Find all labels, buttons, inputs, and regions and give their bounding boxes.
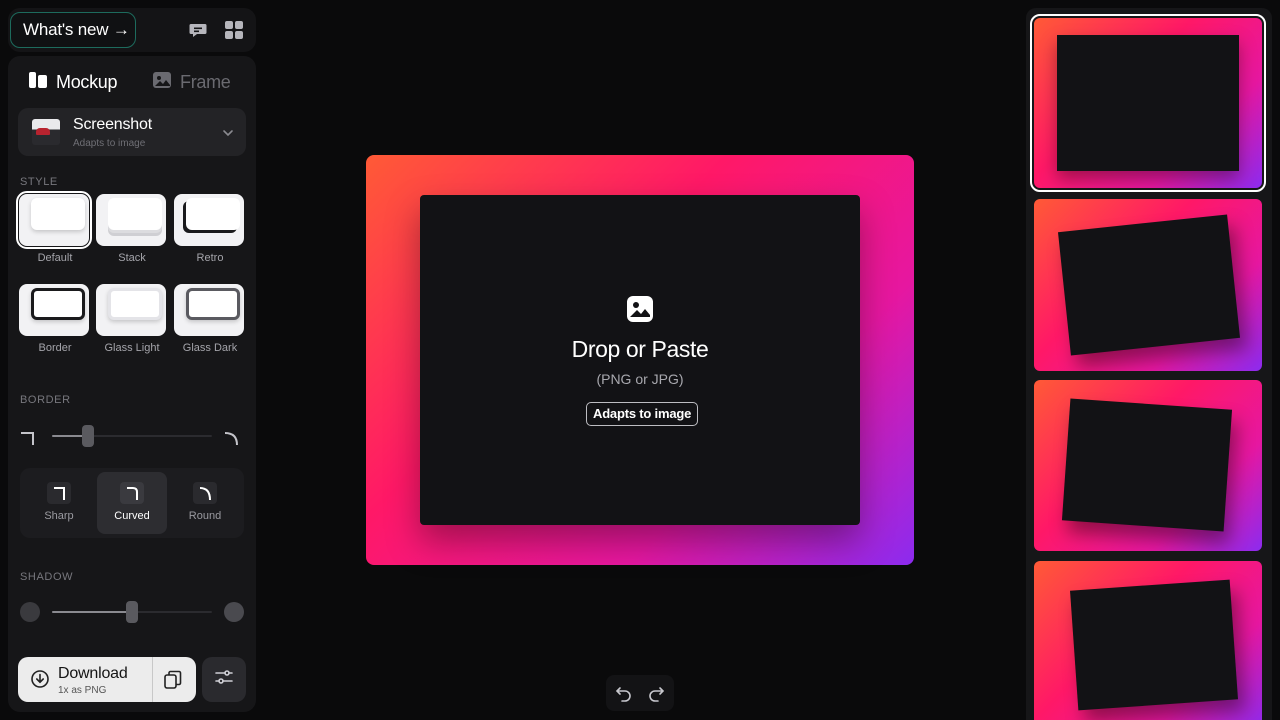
style-option-label: Default — [37, 252, 73, 264]
source-title: Screenshot — [73, 116, 152, 133]
tab-frame[interactable]: Frame — [152, 70, 231, 95]
border-section-label: BORDER — [20, 394, 71, 406]
mode-tabs: Mockup Frame — [8, 56, 256, 106]
preset-card — [1057, 35, 1239, 171]
history-controls — [606, 675, 674, 711]
preset-card — [1061, 398, 1233, 532]
drop-formats: (PNG or JPG) — [596, 371, 684, 387]
source-subtitle: Adapts to image — [73, 138, 146, 149]
drop-zone[interactable]: Drop or Paste (PNG or JPG) Adapts to ima… — [420, 195, 860, 525]
preset-card — [1057, 214, 1241, 356]
style-section-label: STYLE — [20, 176, 58, 188]
border-radius-slider[interactable] — [52, 424, 212, 448]
style-option-label: Stack — [118, 252, 146, 264]
style-option-label: Border — [38, 342, 72, 354]
style-preview — [96, 194, 166, 246]
preset-card — [1070, 579, 1238, 711]
tab-mockup[interactable]: Mockup — [28, 70, 118, 95]
style-option-retro[interactable]: Retro — [174, 194, 246, 264]
corner-option-curved[interactable]: Curved — [97, 472, 167, 534]
preset-thumbnail[interactable] — [1034, 561, 1262, 720]
curved-icon — [120, 482, 144, 504]
presets-panel — [1026, 8, 1272, 720]
preset-thumbnail[interactable] — [1034, 199, 1262, 371]
corner-style-group: Sharp Curved Round — [20, 468, 244, 538]
image-icon — [626, 295, 654, 328]
tab-frame-label: Frame — [180, 72, 231, 92]
download-icon — [30, 669, 50, 694]
chat-icon[interactable] — [188, 20, 208, 40]
grid-icon[interactable] — [224, 20, 244, 40]
slider-thumb[interactable] — [126, 601, 138, 623]
style-option-label: Glass Dark — [182, 342, 238, 354]
download-button[interactable]: Download 1x as PNG — [18, 657, 196, 702]
copy-icon[interactable] — [162, 669, 184, 696]
corner-option-label: Sharp — [44, 510, 74, 522]
adapts-badge: Adapts to image — [586, 402, 699, 426]
sharp-icon — [47, 482, 71, 504]
round-icon — [193, 482, 217, 504]
shadow-section-label: SHADOW — [20, 571, 74, 583]
undo-icon[interactable] — [615, 684, 633, 707]
style-option-label: Retro — [196, 252, 224, 264]
whats-new-button[interactable]: What's new → — [10, 12, 136, 48]
style-option-default[interactable]: Default — [16, 191, 92, 264]
style-preview — [96, 284, 166, 336]
corner-option-sharp[interactable]: Sharp — [24, 472, 94, 534]
round-corner-icon — [224, 430, 240, 451]
app-window: What's new → Mockup Frame Screenshot Ada… — [0, 0, 1280, 720]
download-divider — [152, 657, 153, 702]
download-label: Download — [58, 665, 128, 682]
shadow-slider[interactable] — [52, 600, 212, 624]
source-thumbnail — [32, 119, 60, 145]
style-preview — [19, 284, 89, 336]
sharp-corner-icon — [20, 430, 36, 451]
sidebar: Mockup Frame Screenshot Adapts to image … — [8, 56, 256, 712]
style-option-label: Glass Light — [104, 342, 160, 354]
corner-option-label: Curved — [114, 510, 150, 522]
drop-title: Drop or Paste — [571, 336, 709, 362]
style-preview — [16, 191, 92, 249]
redo-icon[interactable] — [647, 684, 665, 707]
style-option-border[interactable]: Border — [19, 284, 91, 354]
frame-icon — [152, 70, 180, 95]
tab-mockup-label: Mockup — [56, 72, 118, 92]
mockup-icon — [28, 70, 56, 95]
corner-option-label: Round — [188, 510, 222, 522]
shadow-max-icon — [224, 602, 244, 622]
preset-thumbnail[interactable] — [1034, 380, 1262, 551]
corner-option-round[interactable]: Round — [170, 472, 240, 534]
sliders-icon — [214, 667, 234, 692]
preset-thumbnail[interactable] — [1030, 14, 1266, 192]
top-header: What's new → — [8, 8, 256, 52]
style-preview — [174, 194, 244, 246]
download-format: 1x as PNG — [58, 685, 107, 696]
style-option-glass-dark[interactable]: Glass Dark — [174, 284, 246, 354]
style-option-glass-light[interactable]: Glass Light — [96, 284, 168, 354]
chevron-down-icon — [222, 126, 234, 144]
slider-fill — [52, 611, 132, 613]
slider-thumb[interactable] — [81, 425, 94, 447]
export-settings-button[interactable] — [202, 657, 246, 702]
style-preview — [174, 284, 244, 336]
style-option-stack[interactable]: Stack — [96, 194, 168, 264]
shadow-min-icon — [20, 602, 40, 622]
source-selector[interactable]: Screenshot Adapts to image — [18, 108, 246, 156]
